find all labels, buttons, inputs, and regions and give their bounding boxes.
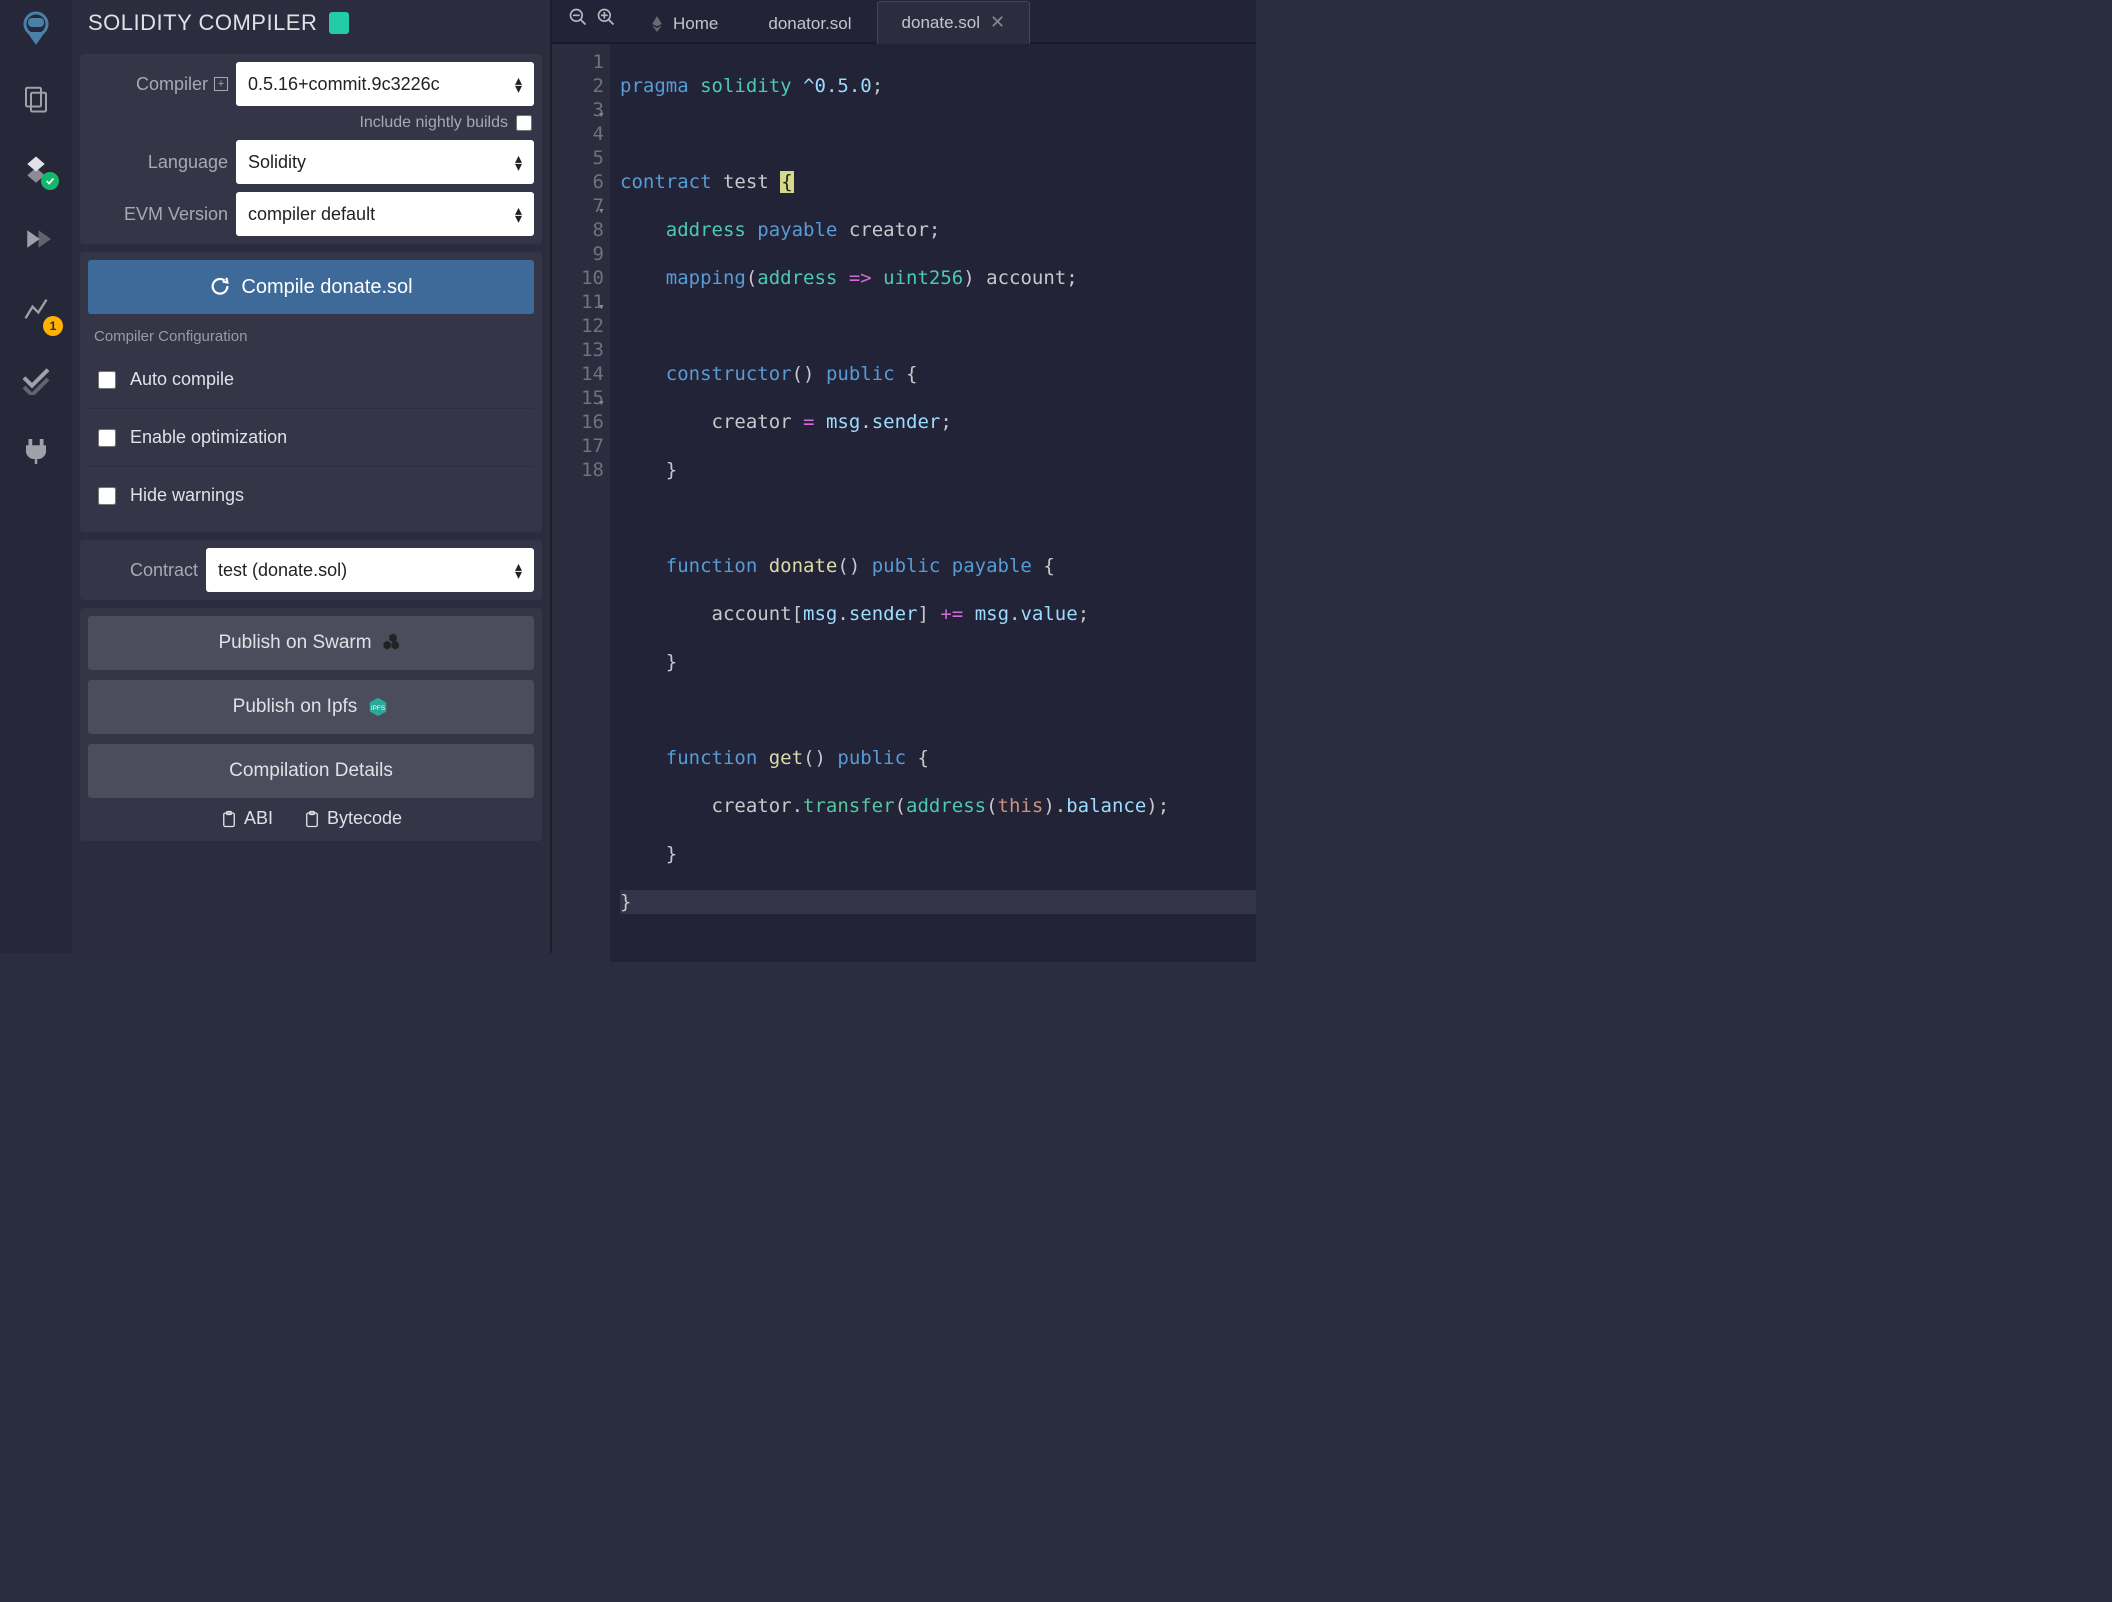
code-editor[interactable]: pragma solidity ^0.5.0; contract test { …: [610, 44, 1256, 962]
language-select[interactable]: Solidity ▴▾: [236, 140, 534, 184]
publish-ipfs-button[interactable]: Publish on Ipfs IPFS: [88, 680, 534, 734]
contract-label: Contract: [130, 560, 198, 581]
publish-swarm-button[interactable]: Publish on Swarm: [88, 616, 534, 670]
check-badge-icon: [41, 172, 59, 190]
clipboard-icon: [220, 809, 238, 829]
compiler-label: Compiler +: [88, 74, 228, 95]
abi-bytecode-row: ABI Bytecode: [88, 798, 534, 833]
gutter: 12 3▾ 456 7▾ 8910 11▾ 121314 15▾ 161718: [552, 44, 610, 962]
editor-area: Home donator.sol donate.sol ✕ 12 3▾ 456 …: [552, 0, 1256, 953]
contract-select[interactable]: test (donate.sol) ▴▾: [206, 548, 534, 592]
nightly-label: Include nightly builds: [359, 114, 508, 132]
tab-bar: Home donator.sol donate.sol ✕: [552, 0, 1256, 44]
evm-label: EVM Version: [124, 204, 228, 225]
zoom-in-icon[interactable]: [596, 7, 616, 32]
compilation-details-button[interactable]: Compilation Details: [88, 744, 534, 798]
copy-bytecode[interactable]: Bytecode: [303, 808, 402, 829]
plus-icon[interactable]: +: [214, 77, 228, 91]
evm-select[interactable]: compiler default ▴▾: [236, 192, 534, 236]
analysis-icon[interactable]: 1: [15, 288, 57, 330]
caret-icon: ▴▾: [515, 206, 522, 223]
iconbar: 1: [0, 0, 72, 953]
tests-icon[interactable]: [15, 358, 57, 400]
plugin-icon[interactable]: [15, 428, 57, 470]
hide-warnings-row[interactable]: Hide warnings: [88, 466, 534, 524]
auto-compile-checkbox[interactable]: [98, 371, 116, 389]
compiler-select[interactable]: 0.5.16+commit.9c3226c ▴▾: [236, 62, 534, 106]
clipboard-icon: [303, 809, 321, 829]
ethereum-icon: [651, 16, 663, 32]
remix-logo-icon: [15, 8, 57, 50]
compiler-icon[interactable]: [15, 148, 57, 190]
language-label: Language: [148, 152, 228, 173]
caret-icon: ▴▾: [515, 76, 522, 93]
compiler-settings-card: Compiler + 0.5.16+commit.9c3226c ▴▾ Incl…: [80, 54, 542, 244]
caret-icon: ▴▾: [515, 154, 522, 171]
warning-badge: 1: [43, 316, 63, 336]
nightly-checkbox[interactable]: [516, 115, 532, 131]
side-panel: SOLIDITY COMPILER Compiler + 0.5.16+comm…: [72, 0, 552, 953]
copy-abi[interactable]: ABI: [220, 808, 273, 829]
swarm-icon: [382, 632, 404, 654]
zoom-out-icon[interactable]: [568, 7, 588, 32]
file-explorer-icon[interactable]: [15, 78, 57, 120]
panel-header: SOLIDITY COMPILER: [72, 0, 550, 46]
contract-card: Contract test (donate.sol) ▴▾: [80, 540, 542, 600]
svg-text:IPFS: IPFS: [371, 705, 385, 712]
deploy-icon[interactable]: [15, 218, 57, 260]
ipfs-icon: IPFS: [367, 696, 389, 718]
auto-compile-row[interactable]: Auto compile: [88, 351, 534, 408]
tab-donator[interactable]: donator.sol: [743, 3, 876, 44]
refresh-icon: [209, 276, 231, 298]
panel-title: SOLIDITY COMPILER: [88, 10, 317, 36]
caret-icon: ▴▾: [515, 562, 522, 579]
tab-home[interactable]: Home: [626, 3, 743, 44]
close-icon[interactable]: ✕: [990, 12, 1005, 33]
compile-card: Compile donate.sol Compiler Configuratio…: [80, 252, 542, 532]
code-wrap: 12 3▾ 456 7▾ 8910 11▾ 121314 15▾ 161718 …: [552, 44, 1256, 962]
optimize-checkbox[interactable]: [98, 429, 116, 447]
hide-warnings-checkbox[interactable]: [98, 487, 116, 505]
compile-button[interactable]: Compile donate.sol: [88, 260, 534, 314]
publish-card: Publish on Swarm Publish on Ipfs IPFS Co…: [80, 608, 542, 841]
tab-donate[interactable]: donate.sol ✕: [877, 1, 1031, 44]
config-heading: Compiler Configuration: [94, 328, 528, 345]
book-icon[interactable]: [329, 12, 349, 34]
optimize-row[interactable]: Enable optimization: [88, 408, 534, 466]
